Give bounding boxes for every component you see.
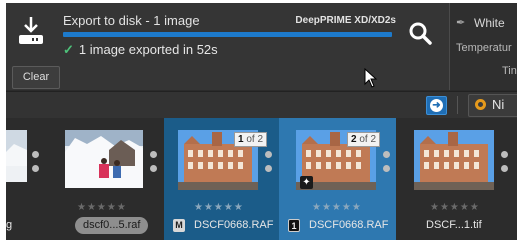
virtual-copy-count: 2 of 2 xyxy=(347,132,381,147)
thumbnail-filename: dscf0...5.raf xyxy=(75,217,149,234)
virtual-copy-count: 1 of 2 xyxy=(234,132,268,147)
temperature-label: Temperatur xyxy=(456,42,512,54)
thumbnail-options[interactable] xyxy=(265,151,272,179)
white-balance-picker-icon[interactable]: ✒ xyxy=(456,16,465,29)
success-check-icon: ✓ xyxy=(63,42,74,57)
rating-stars[interactable]: ★★★★★ xyxy=(77,202,127,213)
thumbnail-image xyxy=(65,130,143,188)
filmstrip-toolbar: ➜ Ni xyxy=(6,91,517,118)
export-status: ✓ 1 image exported in 52s xyxy=(63,42,218,58)
thumbnail-cell[interactable]: ★★★★★ DSCF...1.tif xyxy=(396,118,517,240)
thumbnail-filename: g xyxy=(6,219,13,231)
export-progress-bar xyxy=(63,32,392,37)
settings-panel: ✒ White Temperatur Tin xyxy=(450,3,517,90)
export-navigate-button[interactable]: ➜ xyxy=(426,96,447,115)
arrow-right-icon: ➜ xyxy=(430,99,443,112)
rating-stars[interactable]: ★★★★★ xyxy=(194,202,244,213)
thumbnail-cell[interactable]: ★★★★★ dscf0...5.raf xyxy=(53,118,164,240)
thumbnail-image xyxy=(414,130,494,190)
export-status-text: 1 image exported in 52s xyxy=(78,42,218,57)
denoise-engine-label: DeepPRIME XD/XD2s xyxy=(295,15,396,26)
thumbnail-cell-selected[interactable]: 1 of 2 ★★★★★ M DSCF0668.RAF xyxy=(164,118,279,240)
toolbar-divider xyxy=(457,96,458,114)
white-balance-label: White xyxy=(474,16,505,30)
search-icon[interactable] xyxy=(406,19,434,47)
thumbnail-cell[interactable]: g xyxy=(6,118,52,240)
tint-label: Tin xyxy=(502,65,517,77)
export-title: Export to disk - 1 image xyxy=(63,13,200,28)
virtual-copy-total: of 2 xyxy=(246,134,264,145)
dxo-photolab-window: Export to disk - 1 image DeepPRIME XD/XD… xyxy=(6,3,517,240)
nik-collection-button[interactable]: Ni xyxy=(468,94,517,117)
virtual-copy-index: 2 xyxy=(351,134,357,145)
virtual-copy-total: of 2 xyxy=(359,134,377,145)
thumbnail-cell-active[interactable]: 2 of 2 ✦ ★★★★★ 1 DSCF0668.RAF xyxy=(279,118,396,240)
thumbnail-image xyxy=(6,130,27,182)
thumbnail-filename: DSCF0668.RAF xyxy=(309,219,389,231)
thumbnail-options[interactable] xyxy=(32,151,39,179)
nik-collection-label: Ni xyxy=(492,97,505,112)
thumbnail-options[interactable] xyxy=(501,151,508,179)
thumbnail-options[interactable] xyxy=(383,151,390,179)
thumbnail-options[interactable] xyxy=(150,151,157,179)
virtual-copy-badge: 1 xyxy=(288,219,300,232)
virtual-copy-index: 1 xyxy=(238,134,244,145)
thumbnail-filename: DSCF...1.tif xyxy=(426,219,482,231)
sparkle-edited-icon: ✦ xyxy=(300,176,313,189)
master-badge: M xyxy=(173,219,185,232)
rating-stars[interactable]: ★★★★★ xyxy=(312,202,362,213)
nik-collection-icon xyxy=(475,99,486,110)
image-browser-filmstrip: g ★★★★★ dscf0...5.raf 1 of 2 ★★★★★ M DSC… xyxy=(6,118,517,240)
export-progress-panel: Export to disk - 1 image DeepPRIME XD/XD… xyxy=(6,3,450,90)
thumbnail-filename: DSCF0668.RAF xyxy=(194,219,274,231)
clear-button[interactable]: Clear xyxy=(12,66,60,89)
rating-stars[interactable]: ★★★★★ xyxy=(430,202,480,213)
mouse-pointer-icon xyxy=(364,68,378,88)
export-to-disk-icon xyxy=(19,17,43,44)
